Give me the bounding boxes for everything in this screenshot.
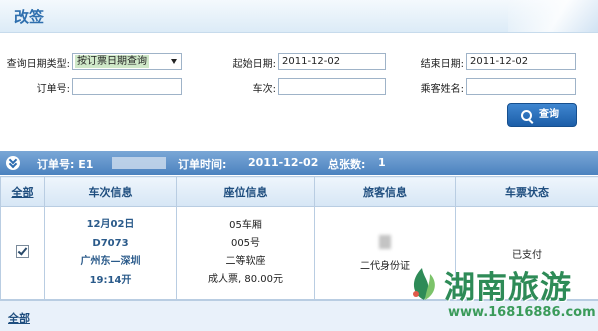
end-date-label: 结束日期: bbox=[390, 55, 464, 70]
passenger-id-type: 二代身份证 bbox=[360, 261, 410, 272]
train-date: 12月02日 bbox=[46, 216, 175, 235]
start-date-label: 起始日期: bbox=[200, 55, 276, 70]
query-type-select[interactable]: 按订票日期查询 bbox=[72, 53, 182, 70]
train-departure: 19:14开 bbox=[46, 272, 175, 291]
select-all-footer[interactable]: 全部 bbox=[8, 310, 30, 326]
order-no-label: 订单号: bbox=[0, 80, 70, 95]
select-cell bbox=[1, 207, 45, 300]
seat-number: 005号 bbox=[178, 235, 313, 253]
seat-info-header: 座位信息 bbox=[177, 177, 315, 207]
end-date-input[interactable] bbox=[466, 53, 576, 70]
train-info-header: 车次信息 bbox=[45, 177, 177, 207]
page-title: 改签 bbox=[14, 6, 44, 27]
order-header-bar: 订单号: E1 订单时间: 2011-12-02 总张数: 1 bbox=[0, 151, 598, 175]
query-type-value: 按订票日期查询 bbox=[75, 55, 149, 68]
seat-coach: 05车厢 bbox=[178, 217, 313, 235]
select-all-header[interactable]: 全部 bbox=[1, 177, 45, 207]
query-button[interactable]: 查询 bbox=[507, 103, 577, 127]
passenger-name-label: 乘客姓名: bbox=[390, 80, 464, 95]
ticket-status-header: 车票状态 bbox=[456, 177, 598, 207]
watermark: 湖南旅游 www.16816886.com bbox=[408, 262, 598, 330]
seat-info-cell: 05车厢 005号 二等软座 成人票, 80.00元 bbox=[177, 207, 315, 300]
ticket-status: 已支付 bbox=[512, 250, 542, 261]
watermark-text: 湖南旅游 bbox=[444, 262, 572, 307]
passenger-name-redacted bbox=[379, 235, 391, 249]
passenger-info-header: 旅客信息 bbox=[315, 177, 456, 207]
order-number-redacted bbox=[112, 157, 166, 169]
train-info-cell: 12月02日 D7073 广州东—深圳 19:14开 bbox=[45, 207, 177, 300]
ticket-price: 成人票, 80.00元 bbox=[178, 271, 313, 289]
query-type-label: 查询日期类型: bbox=[0, 55, 70, 70]
table-header-row: 全部 车次信息 座位信息 旅客信息 车票状态 bbox=[1, 177, 598, 207]
order-no-input[interactable] bbox=[72, 78, 182, 95]
query-button-label: 查询 bbox=[539, 104, 559, 126]
order-time-value: 2011-12-02 bbox=[248, 156, 318, 169]
train-no-input[interactable] bbox=[278, 78, 386, 95]
row-checkbox[interactable] bbox=[16, 245, 29, 258]
start-date-input[interactable] bbox=[278, 53, 386, 70]
total-count-value: 1 bbox=[378, 156, 386, 169]
passenger-name-input[interactable] bbox=[466, 78, 576, 95]
train-number: D7073 bbox=[46, 235, 175, 254]
title-bar: 改签 bbox=[0, 0, 598, 33]
total-count-label: 总张数: bbox=[328, 156, 365, 172]
train-route: 广州东—深圳 bbox=[46, 253, 175, 272]
watermark-url: www.16816886.com bbox=[448, 305, 596, 320]
header-decoration bbox=[508, 0, 598, 32]
train-no-label: 车次: bbox=[200, 80, 276, 95]
order-number-label: 订单号: E1 bbox=[37, 156, 93, 172]
chevron-down-icon bbox=[171, 59, 177, 64]
search-icon bbox=[521, 110, 532, 121]
collapse-toggle-icon[interactable] bbox=[6, 156, 20, 170]
order-time-label: 订单时间: bbox=[178, 156, 226, 172]
leaf-logo-icon bbox=[408, 264, 440, 302]
seat-class: 二等软座 bbox=[178, 253, 313, 271]
